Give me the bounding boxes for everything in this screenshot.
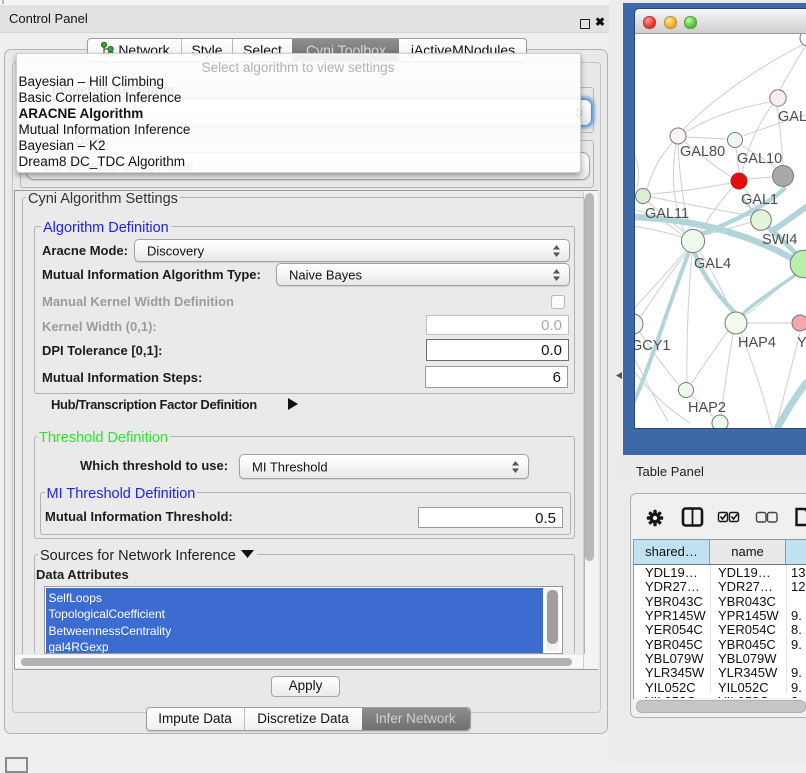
svg-text:GCY1: GCY1 (635, 338, 671, 354)
svg-text:GAL1: GAL1 (741, 192, 778, 208)
svg-text:GAL10: GAL10 (737, 151, 782, 167)
svg-text:GAL4: GAL4 (694, 256, 731, 272)
svg-text:HAP2: HAP2 (688, 400, 726, 416)
svg-text:YL: YL (797, 335, 806, 351)
svg-text:GAL80: GAL80 (680, 144, 725, 160)
svg-text:SWI4: SWI4 (762, 232, 797, 248)
svg-text:HAP4: HAP4 (738, 335, 776, 351)
svg-text:GAL11: GAL11 (645, 206, 689, 222)
svg-text:GAL2: GAL2 (778, 109, 806, 125)
